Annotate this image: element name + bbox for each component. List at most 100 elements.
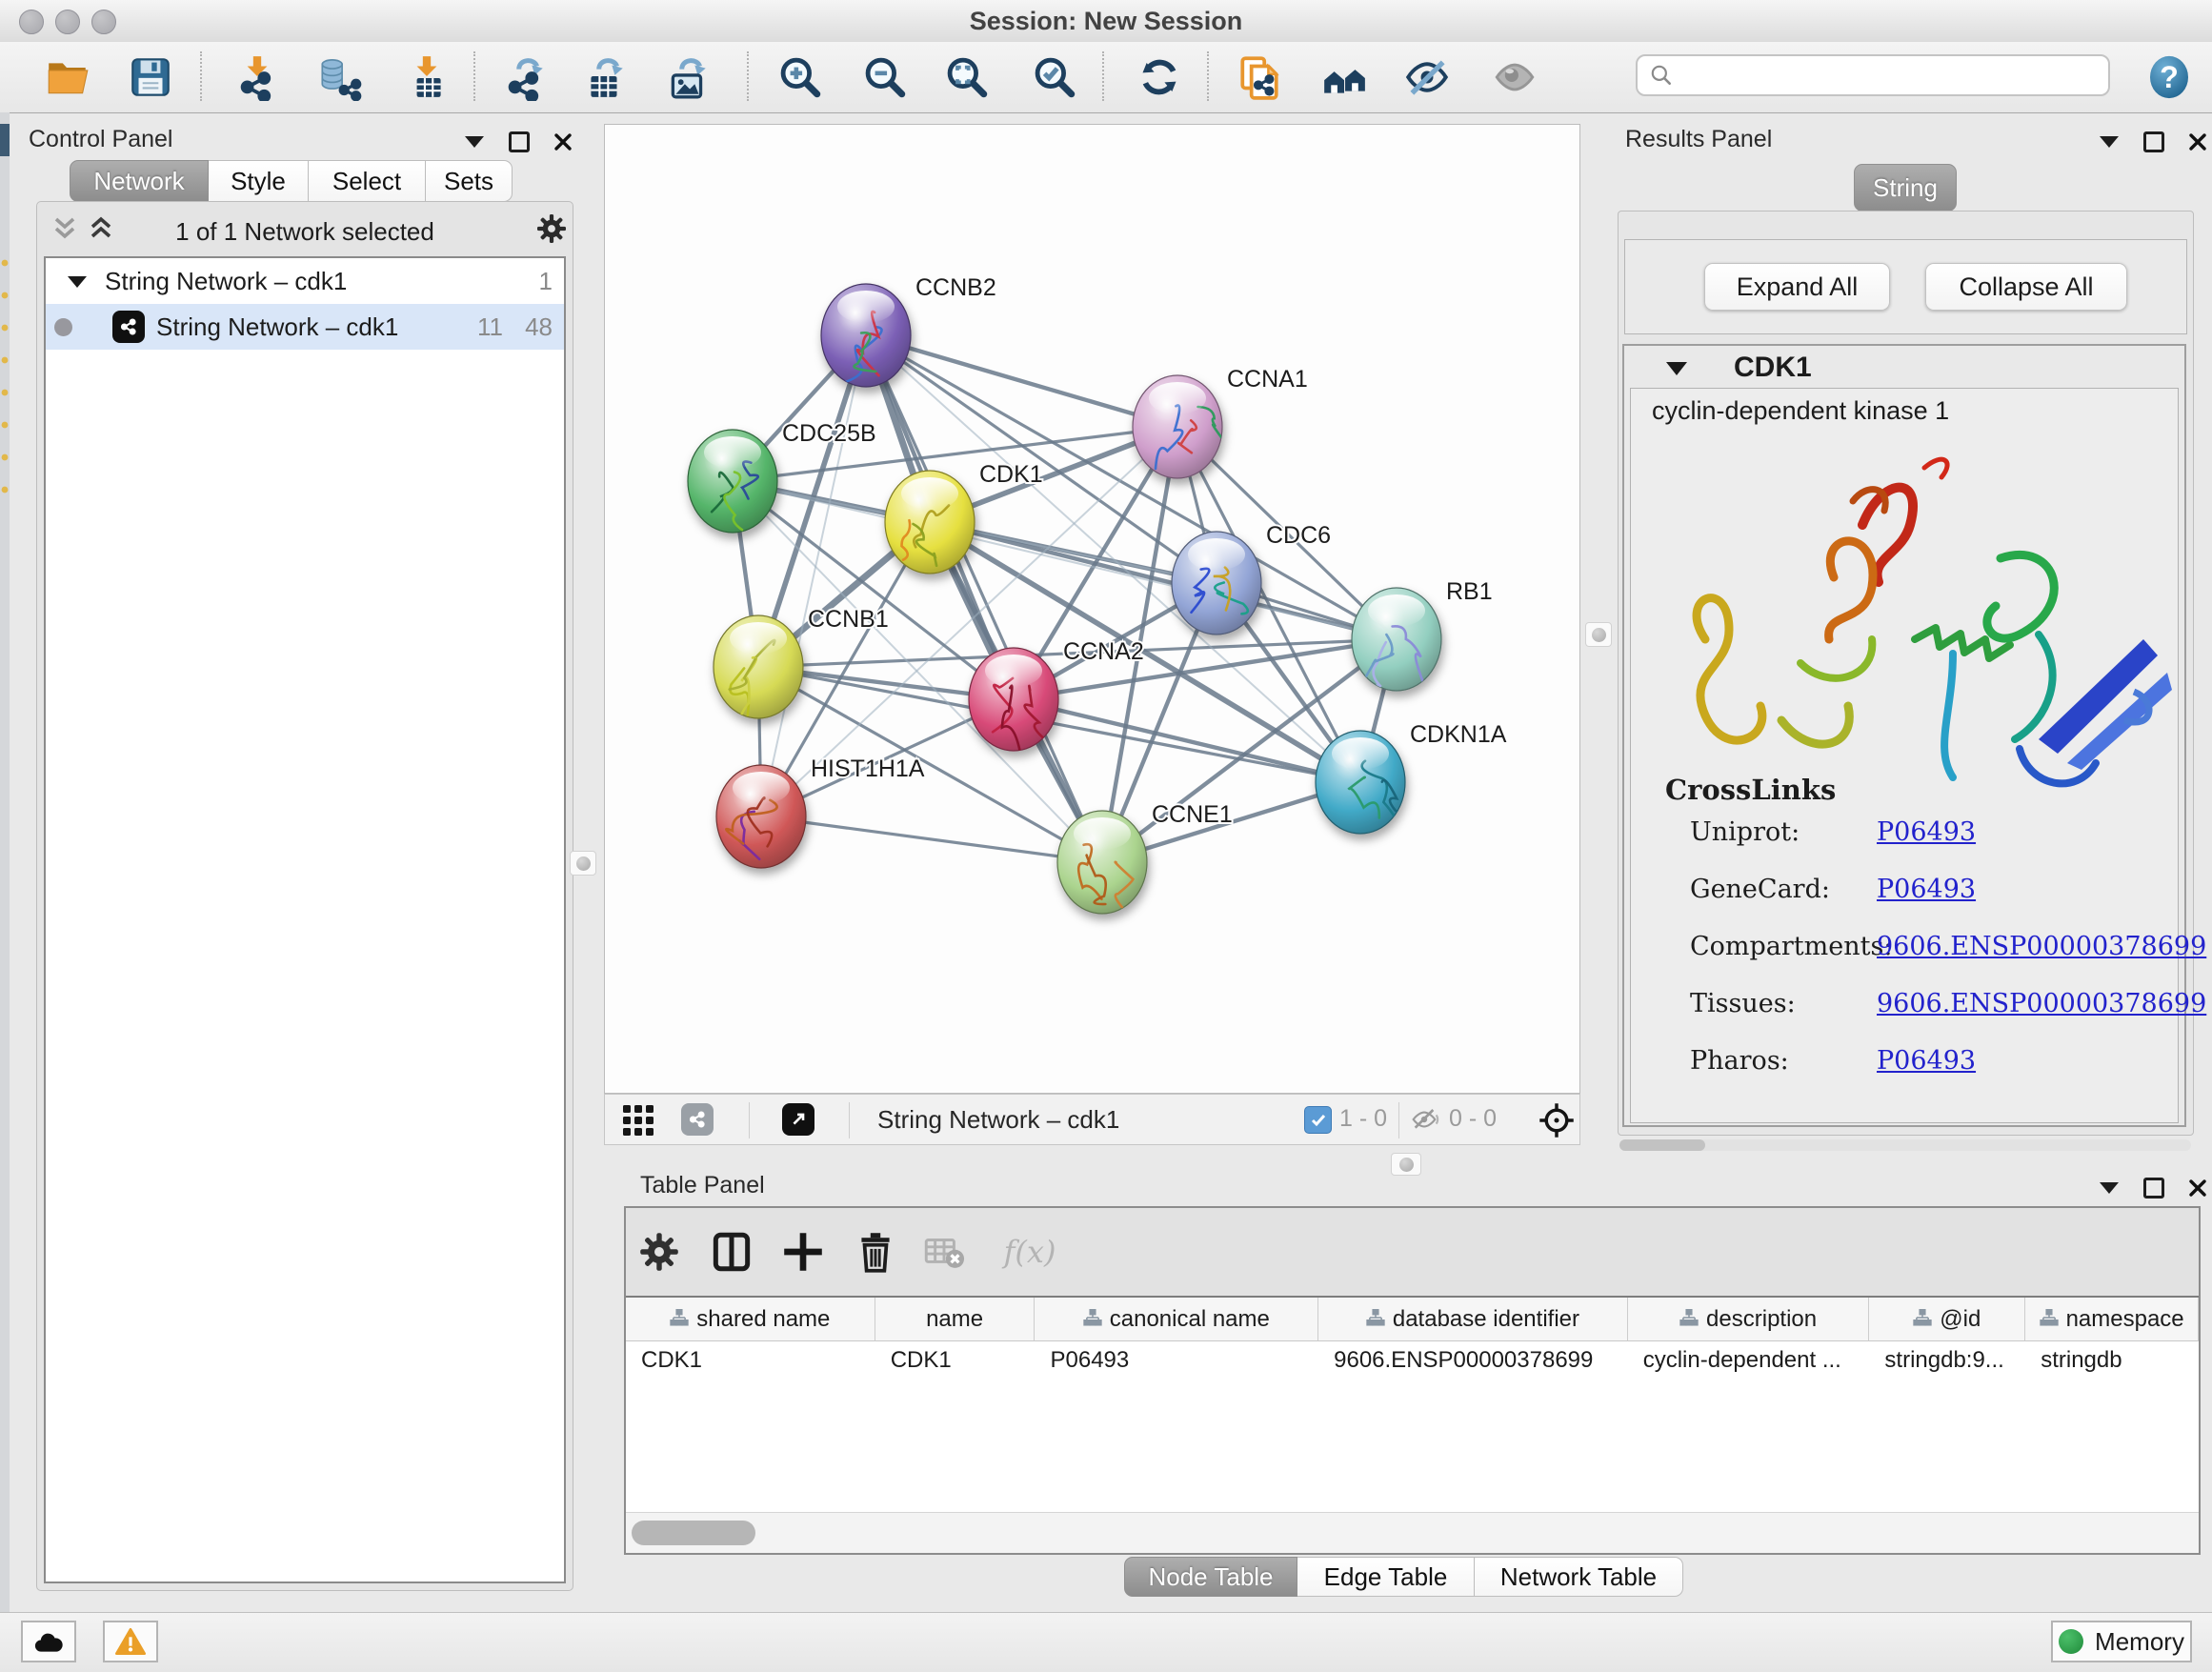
search-box[interactable] — [1636, 54, 2110, 96]
fit-content-icon[interactable] — [940, 50, 994, 104]
left-splitter-handle[interactable] — [570, 851, 596, 876]
table-options-gear-icon[interactable] — [633, 1225, 686, 1279]
network-node-CDC6[interactable] — [1172, 532, 1261, 635]
zoom-out-icon[interactable] — [858, 50, 912, 104]
zoom-selected-icon[interactable] — [1028, 50, 1081, 104]
table-cell[interactable]: P06493 — [1035, 1342, 1318, 1379]
network-node-CCNA2[interactable] — [969, 648, 1058, 751]
export-image-icon[interactable] — [661, 50, 714, 104]
network-node-CDK1[interactable] — [885, 471, 975, 574]
panel-menu-icon[interactable] — [2100, 136, 2119, 148]
column-header--id[interactable]: @id — [1869, 1298, 2025, 1340]
panel-menu-icon[interactable] — [465, 136, 484, 148]
right-splitter-handle[interactable] — [1585, 622, 1612, 647]
grid-view-icon[interactable] — [622, 1104, 656, 1137]
table-cell[interactable]: CDK1 — [626, 1342, 875, 1379]
network-graph[interactable]: CCNB2CCNA1CDC25BCDK1CDC6RB1CCNB1CCNA2CDK… — [605, 125, 1579, 1093]
scrollbar-thumb[interactable] — [632, 1521, 755, 1545]
network-node-HIST1H1A[interactable] — [716, 765, 806, 868]
column-header-shared-name[interactable]: shared name — [626, 1298, 875, 1340]
detach-view-icon[interactable] — [782, 1103, 814, 1136]
network-tree-child-row[interactable]: String Network – cdk1 11 48 — [46, 304, 564, 350]
network-node-CCNB1[interactable] — [714, 615, 803, 725]
panel-menu-icon[interactable] — [2100, 1182, 2119, 1194]
table-cell[interactable]: CDK1 — [875, 1342, 1036, 1379]
bottom-splitter-handle[interactable] — [1391, 1153, 1421, 1176]
crosslink-value-link[interactable]: P06493 — [1877, 1046, 1976, 1076]
network-options-gear-icon[interactable] — [534, 212, 569, 246]
results-panel-window-controls — [2100, 131, 2206, 152]
node-label-CCNA1: CCNA1 — [1227, 366, 1308, 393]
show-columns-icon[interactable] — [705, 1225, 758, 1279]
import-network-database-icon[interactable] — [312, 50, 366, 104]
cloud-status-button[interactable] — [21, 1621, 76, 1662]
close-panel-icon[interactable] — [2189, 1179, 2206, 1197]
collapse-all-button[interactable]: Collapse All — [1925, 263, 2127, 311]
search-input[interactable] — [1674, 61, 2108, 90]
show-hide-graphics-details-icon[interactable] — [1400, 50, 1454, 104]
new-network-from-selection-icon[interactable] — [1233, 50, 1286, 104]
import-table-icon[interactable] — [400, 50, 453, 104]
table-cell[interactable]: stringdb:9... — [1869, 1342, 2025, 1379]
help-icon[interactable]: ? — [2142, 50, 2196, 104]
expand-all-button[interactable]: Expand All — [1704, 263, 1890, 311]
float-panel-icon[interactable] — [509, 131, 530, 152]
table-horizontal-scrollbar[interactable] — [626, 1512, 2199, 1553]
delete-table-icon[interactable] — [917, 1225, 971, 1279]
network-canvas[interactable]: CCNB2CCNA1CDC25BCDK1CDC6RB1CCNB1CCNA2CDK… — [604, 124, 1580, 1094]
tab-style[interactable]: Style — [209, 160, 309, 202]
column-header-database-identifier[interactable]: database identifier — [1318, 1298, 1628, 1340]
tab-string[interactable]: String — [1854, 164, 1957, 212]
column-header-description[interactable]: description — [1628, 1298, 1870, 1340]
section-expanded-triangle-icon[interactable] — [1665, 359, 1688, 376]
tab-network[interactable]: Network — [70, 160, 209, 202]
tab-select[interactable]: Select — [309, 160, 426, 202]
close-panel-icon[interactable] — [554, 133, 572, 151]
table-cell[interactable]: stringdb — [2025, 1342, 2199, 1379]
function-builder-icon[interactable]: f(x) — [992, 1225, 1068, 1279]
apply-layout-icon[interactable] — [1133, 50, 1186, 104]
network-node-RB1[interactable] — [1352, 588, 1441, 706]
close-panel-icon[interactable] — [2189, 133, 2206, 151]
tab-network-table[interactable]: Network Table — [1475, 1557, 1683, 1597]
save-session-icon[interactable] — [124, 50, 177, 104]
crosslink-value-link[interactable]: 9606.ENSP00000378699 — [1877, 932, 2206, 961]
memory-label: Memory — [2095, 1627, 2184, 1657]
memory-button[interactable]: Memory — [2051, 1621, 2192, 1662]
zoom-in-icon[interactable] — [774, 50, 827, 104]
tab-node-table[interactable]: Node Table — [1124, 1557, 1297, 1597]
export-table-icon[interactable] — [578, 50, 632, 104]
delete-column-trash-icon[interactable] — [849, 1225, 902, 1279]
float-panel-icon[interactable] — [2143, 131, 2164, 152]
tab-edge-table[interactable]: Edge Table — [1297, 1557, 1475, 1597]
crosslink-value-link[interactable]: P06493 — [1877, 875, 1976, 904]
warning-status-button[interactable] — [103, 1621, 158, 1662]
column-header-namespace[interactable]: namespace — [2025, 1298, 2199, 1340]
tab-sets[interactable]: Sets — [426, 160, 513, 202]
pan-crosshair-icon[interactable] — [1538, 1102, 1575, 1138]
show-hide-annotations-icon[interactable] — [1488, 50, 1541, 104]
table-cell[interactable]: cyclin-dependent ... — [1628, 1342, 1870, 1379]
network-tree-root-row[interactable]: String Network – cdk1 1 — [46, 258, 564, 304]
network-node-CCNB2[interactable] — [821, 284, 911, 387]
hidden-eye-icon[interactable] — [1411, 1107, 1441, 1132]
column-header-canonical-name[interactable]: canonical name — [1035, 1298, 1318, 1340]
table-cell[interactable]: 9606.ENSP00000378699 — [1318, 1342, 1628, 1379]
add-column-icon[interactable] — [776, 1225, 830, 1279]
crosslink-value-link[interactable]: 9606.ENSP00000378699 — [1877, 989, 2206, 1018]
results-panel-scrollbar[interactable] — [1619, 1139, 2191, 1151]
network-node-CCNE1[interactable] — [1057, 811, 1147, 914]
float-panel-icon[interactable] — [2143, 1178, 2164, 1199]
open-file-icon[interactable] — [41, 50, 94, 104]
network-node-CDC25B[interactable] — [688, 430, 777, 533]
export-network-icon[interactable] — [498, 50, 552, 104]
table-row[interactable]: CDK1CDK1P064939606.ENSP00000378699cyclin… — [626, 1342, 2199, 1379]
expanded-triangle-icon[interactable] — [67, 273, 88, 289]
column-header-name[interactable]: name — [875, 1298, 1036, 1340]
selected-checkbox-icon[interactable] — [1304, 1106, 1332, 1134]
first-neighbors-icon[interactable] — [1317, 50, 1371, 104]
network-node-CDKN1A[interactable] — [1316, 731, 1408, 834]
network-share-view-icon[interactable] — [681, 1103, 714, 1136]
crosslink-value-link[interactable]: P06493 — [1877, 817, 1976, 847]
import-network-file-icon[interactable] — [231, 50, 284, 104]
